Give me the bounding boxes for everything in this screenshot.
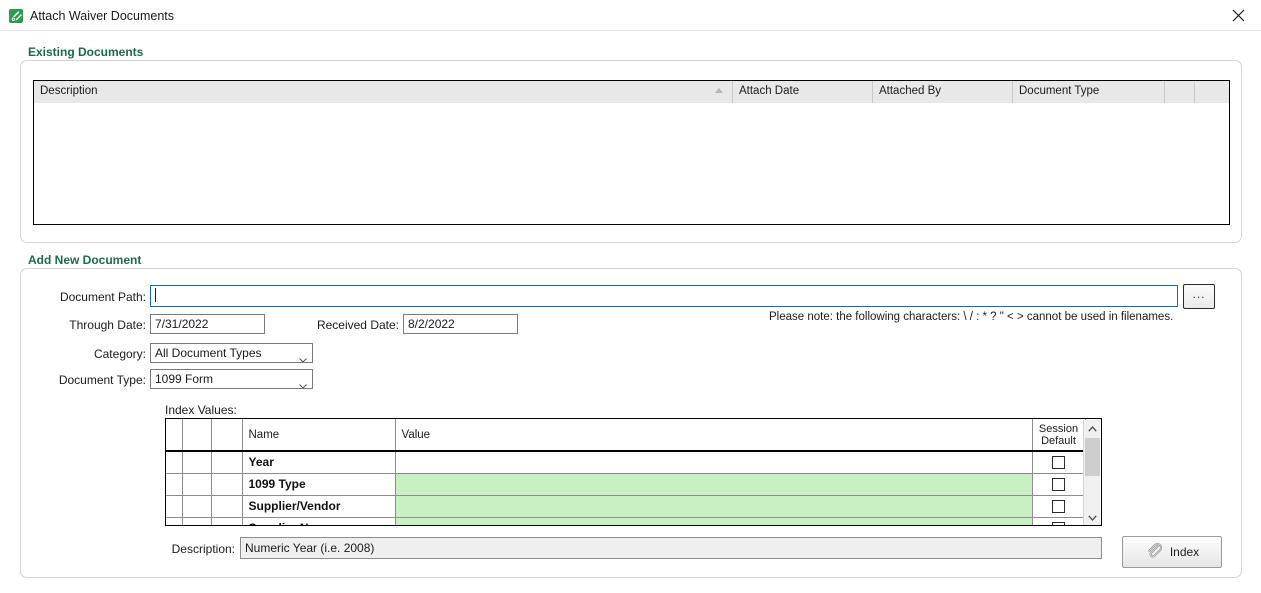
- category-selected-value: All Document Types: [155, 346, 262, 360]
- row-indicator-2: [211, 495, 243, 518]
- existing-documents-body[interactable]: [34, 103, 1229, 224]
- through-date-label: Through Date:: [69, 318, 146, 332]
- document-path-label: Document Path:: [59, 290, 146, 304]
- received-date-input[interactable]: 8/2/2022: [403, 314, 518, 334]
- row-indicator-2: [211, 473, 243, 496]
- scrollbar-thumb[interactable]: [1085, 438, 1100, 476]
- row-selector-cell[interactable]: [166, 517, 183, 525]
- text-caret: [155, 288, 156, 302]
- session-default-checkbox[interactable]: [1052, 478, 1065, 492]
- index-value-cell[interactable]: [395, 473, 1033, 496]
- column-header-session-default[interactable]: Session Default: [1032, 419, 1086, 452]
- row-indicator-1: [182, 473, 212, 496]
- session-default-checkbox[interactable]: [1052, 500, 1065, 514]
- close-icon: [1232, 9, 1245, 22]
- index-name-cell: 1099 Type: [242, 473, 396, 496]
- session-default-cell[interactable]: [1032, 473, 1086, 496]
- category-select[interactable]: All Document Types: [150, 343, 313, 363]
- index-values-scrollbar[interactable]: [1083, 420, 1101, 525]
- index-name-cell: Supplier Name: [242, 517, 396, 525]
- index-values-table: Name Value Session Default Year 1099 Typ…: [166, 419, 1086, 525]
- attach-document-icon: [8, 8, 24, 24]
- index-button-label: Index: [1169, 545, 1200, 559]
- session-default-cell[interactable]: [1032, 451, 1086, 474]
- table-row[interactable]: Year: [166, 451, 1086, 474]
- paperclip-icon: [1145, 542, 1163, 563]
- existing-documents-header-row: Description Attach Date Attached By Docu…: [34, 81, 1229, 103]
- column-header-indicator-1: [182, 419, 212, 452]
- column-header-extra-2[interactable]: [1195, 81, 1229, 103]
- document-path-input[interactable]: [150, 285, 1178, 307]
- table-row[interactable]: Supplier/Vendor: [166, 495, 1086, 518]
- row-selector-cell[interactable]: [166, 451, 183, 474]
- table-row[interactable]: Supplier Name: [166, 517, 1086, 525]
- column-header-indicator-2: [211, 419, 243, 452]
- column-header-document-type[interactable]: Document Type: [1013, 81, 1165, 103]
- document-type-select[interactable]: 1099 Form: [150, 369, 313, 389]
- description-value: Numeric Year (i.e. 2008): [240, 537, 1102, 559]
- existing-documents-grid[interactable]: Description Attach Date Attached By Docu…: [33, 80, 1230, 225]
- session-default-checkbox[interactable]: [1052, 522, 1065, 525]
- close-button[interactable]: [1215, 0, 1261, 30]
- browse-button-label: ...: [1192, 286, 1206, 301]
- session-default-line2: Default: [1041, 434, 1076, 447]
- index-name-cell: Year: [242, 451, 396, 474]
- index-value-cell[interactable]: [395, 517, 1033, 525]
- index-name-cell: Supplier/Vendor: [242, 495, 396, 518]
- column-header-attach-date[interactable]: Attach Date: [733, 81, 873, 103]
- description-label: Description:: [171, 542, 235, 556]
- row-indicator-1: [182, 451, 212, 474]
- table-row[interactable]: 1099 Type: [166, 473, 1086, 496]
- session-default-cell[interactable]: [1032, 517, 1086, 525]
- index-value-cell[interactable]: [395, 451, 1033, 474]
- index-values-label: Index Values:: [165, 403, 237, 417]
- through-date-input[interactable]: 7/31/2022: [150, 314, 265, 334]
- index-value-cell[interactable]: [395, 495, 1033, 518]
- chevron-down-icon: [299, 376, 307, 389]
- index-values-body: Year 1099 Type Supplier/Vendor: [166, 451, 1086, 525]
- index-values-grid[interactable]: Name Value Session Default Year 1099 Typ…: [165, 418, 1102, 526]
- column-header-select: [166, 419, 183, 452]
- session-default-cell[interactable]: [1032, 495, 1086, 518]
- row-indicator-2: [211, 517, 243, 525]
- browse-button[interactable]: ...: [1183, 284, 1215, 309]
- existing-documents-heading: Existing Documents: [28, 45, 144, 59]
- column-header-attached-by[interactable]: Attached By: [873, 81, 1013, 103]
- add-new-document-heading: Add New Document: [28, 253, 142, 267]
- scroll-down-icon[interactable]: [1084, 509, 1101, 525]
- session-default-checkbox[interactable]: [1052, 456, 1065, 470]
- column-header-value[interactable]: Value: [395, 419, 1033, 452]
- row-selector-cell[interactable]: [166, 495, 183, 518]
- column-header-extra-1[interactable]: [1165, 81, 1195, 103]
- column-header-description[interactable]: Description: [34, 81, 733, 103]
- filename-restrictions-note: Please note: the following characters: \…: [769, 311, 1174, 323]
- document-type-label: Document Type:: [58, 373, 146, 387]
- scroll-up-icon[interactable]: [1084, 420, 1101, 437]
- row-indicator-1: [182, 517, 212, 525]
- window-title: Attach Waiver Documents: [30, 9, 175, 23]
- sort-ascending-icon: [715, 88, 723, 93]
- index-values-header-row: Name Value Session Default: [166, 419, 1086, 452]
- category-label: Category:: [93, 347, 146, 361]
- index-button[interactable]: Index: [1122, 536, 1222, 568]
- session-default-line1: Session: [1038, 422, 1079, 435]
- received-date-label: Received Date:: [316, 318, 399, 332]
- row-selector-cell[interactable]: [166, 473, 183, 496]
- row-indicator-2: [211, 451, 243, 474]
- chevron-down-icon: [299, 350, 307, 363]
- column-header-name[interactable]: Name: [242, 419, 396, 452]
- window-title-bar: Attach Waiver Documents: [0, 0, 1261, 31]
- document-type-selected-value: 1099 Form: [155, 372, 214, 386]
- row-indicator-1: [182, 495, 212, 518]
